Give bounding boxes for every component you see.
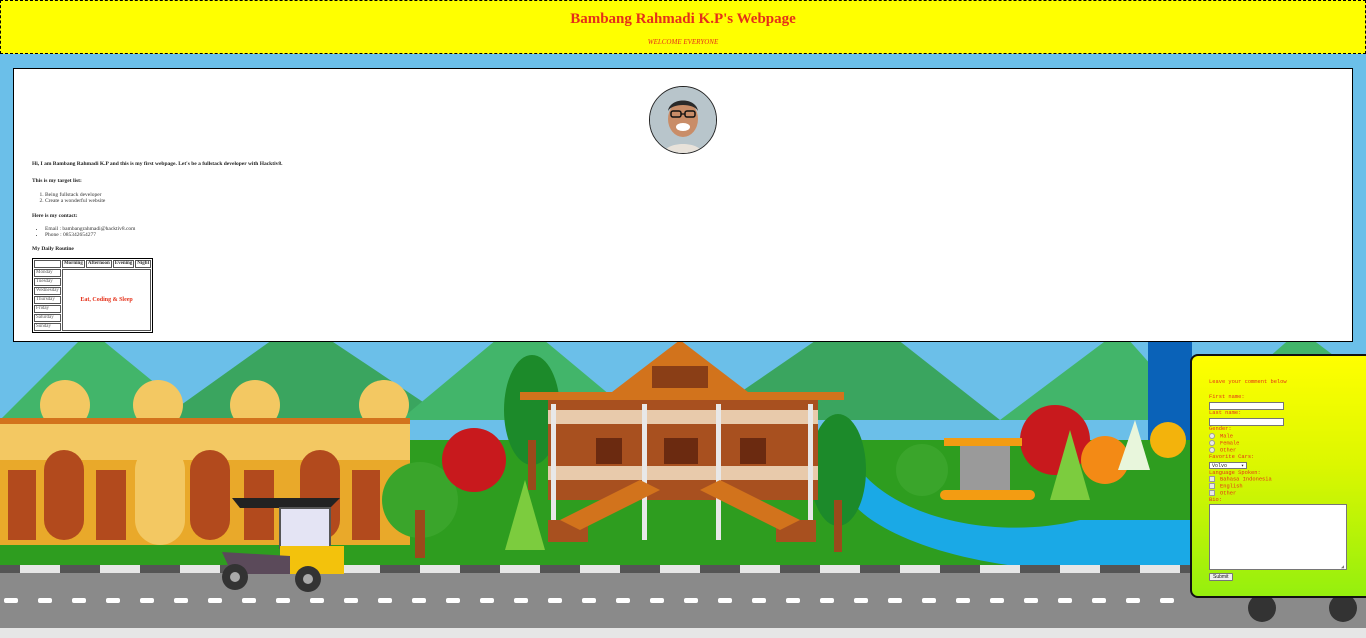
page-subtitle: WELCOME EVERYONE xyxy=(647,38,719,46)
target-list: Being fullstack developer Create a wonde… xyxy=(32,192,282,204)
profile-avatar xyxy=(649,86,717,154)
daily-routine-table: Morning Afternoon Evening Night Monday E… xyxy=(32,258,154,333)
comment-form: Leave your comment below First name: Las… xyxy=(1190,354,1366,598)
activity-cell: Eat, Coding & Sleep xyxy=(61,269,152,331)
day-cell: Sunday xyxy=(34,323,61,331)
radio-label: Female xyxy=(1220,440,1240,447)
table-row: Monday Eat, Coding & Sleep xyxy=(34,269,152,331)
profile-card: Hi, I am Bambang Rahmadi K.P and this is… xyxy=(13,68,1353,342)
select-value: Volvo xyxy=(1212,463,1228,469)
day-cell: Friday xyxy=(34,305,61,313)
day-cell: Thursday xyxy=(34,296,61,304)
bio-section: Hi, I am Bambang Rahmadi K.P and this is… xyxy=(32,161,282,252)
day-cell: Monday xyxy=(34,269,61,277)
list-item: Phone : 085342654277 xyxy=(45,232,282,238)
table-header-cell xyxy=(34,260,61,268)
language-checkbox-indonesia[interactable]: Bahasa Indonesia xyxy=(1209,476,1272,482)
checkbox-label: Other xyxy=(1220,490,1237,497)
table-header-cell: Night xyxy=(135,260,152,268)
first-name-label: First name: xyxy=(1209,394,1245,400)
first-name-input[interactable] xyxy=(1209,402,1284,410)
radio-button[interactable] xyxy=(1209,433,1215,439)
favorite-cars-select[interactable]: Volvo ▾ xyxy=(1209,462,1247,469)
table-header-cell: Morning xyxy=(61,260,85,268)
page-title: Bambang Rahmadi K.P's Webpage xyxy=(570,11,796,27)
gender-radio-other[interactable]: Other xyxy=(1209,447,1236,453)
resize-handle-icon[interactable]: ◢ xyxy=(1341,564,1344,570)
gender-label: Gender: xyxy=(1209,426,1232,432)
table-header-cell: Afternoon xyxy=(85,260,112,268)
language-checkbox-english[interactable]: English xyxy=(1209,483,1243,489)
day-cell: Saturday xyxy=(34,314,61,322)
checkbox[interactable] xyxy=(1209,490,1215,496)
intro-text: Hi, I am Bambang Rahmadi K.P and this is… xyxy=(32,161,283,167)
gender-radio-male[interactable]: Male xyxy=(1209,433,1233,439)
radio-button[interactable] xyxy=(1209,440,1215,446)
last-name-label: Last name: xyxy=(1209,410,1242,416)
radio-label: Male xyxy=(1220,433,1233,440)
list-item: Create a wonderful website xyxy=(45,198,282,204)
table-header-row: Morning Afternoon Evening Night xyxy=(34,260,152,268)
submit-button[interactable]: Submit xyxy=(1209,573,1233,581)
target-heading: This is my target list: xyxy=(32,178,82,185)
table-header-cell: Evening xyxy=(112,260,135,268)
chevron-down-icon: ▾ xyxy=(1240,463,1244,469)
contact-list: Email : bambangrahmadi@hacktiv8.com Phon… xyxy=(32,226,282,238)
contact-heading: Here is my contact: xyxy=(32,212,78,219)
checkbox[interactable] xyxy=(1209,476,1215,482)
bio-textarea[interactable] xyxy=(1209,504,1347,570)
gender-radio-female[interactable]: Female xyxy=(1209,440,1239,446)
page-header: Bambang Rahmadi K.P's Webpage WELCOME EV… xyxy=(0,0,1366,54)
radio-label: Other xyxy=(1220,447,1237,454)
checkbox[interactable] xyxy=(1209,483,1215,489)
routine-heading: My Daily Routine xyxy=(32,245,74,252)
form-title: Leave your comment below xyxy=(1209,379,1287,385)
favorite-cars-label: Favorite Cars: xyxy=(1209,454,1255,460)
language-checkbox-other[interactable]: Other xyxy=(1209,490,1236,496)
day-cell: Wednesday xyxy=(34,287,61,295)
day-cell: Tuesday xyxy=(34,278,61,286)
last-name-input[interactable] xyxy=(1209,418,1284,426)
radio-button[interactable] xyxy=(1209,447,1215,453)
checkbox-label: English xyxy=(1220,483,1243,490)
bio-label: Bio: xyxy=(1209,497,1222,503)
checkbox-label: Bahasa Indonesia xyxy=(1220,476,1272,483)
